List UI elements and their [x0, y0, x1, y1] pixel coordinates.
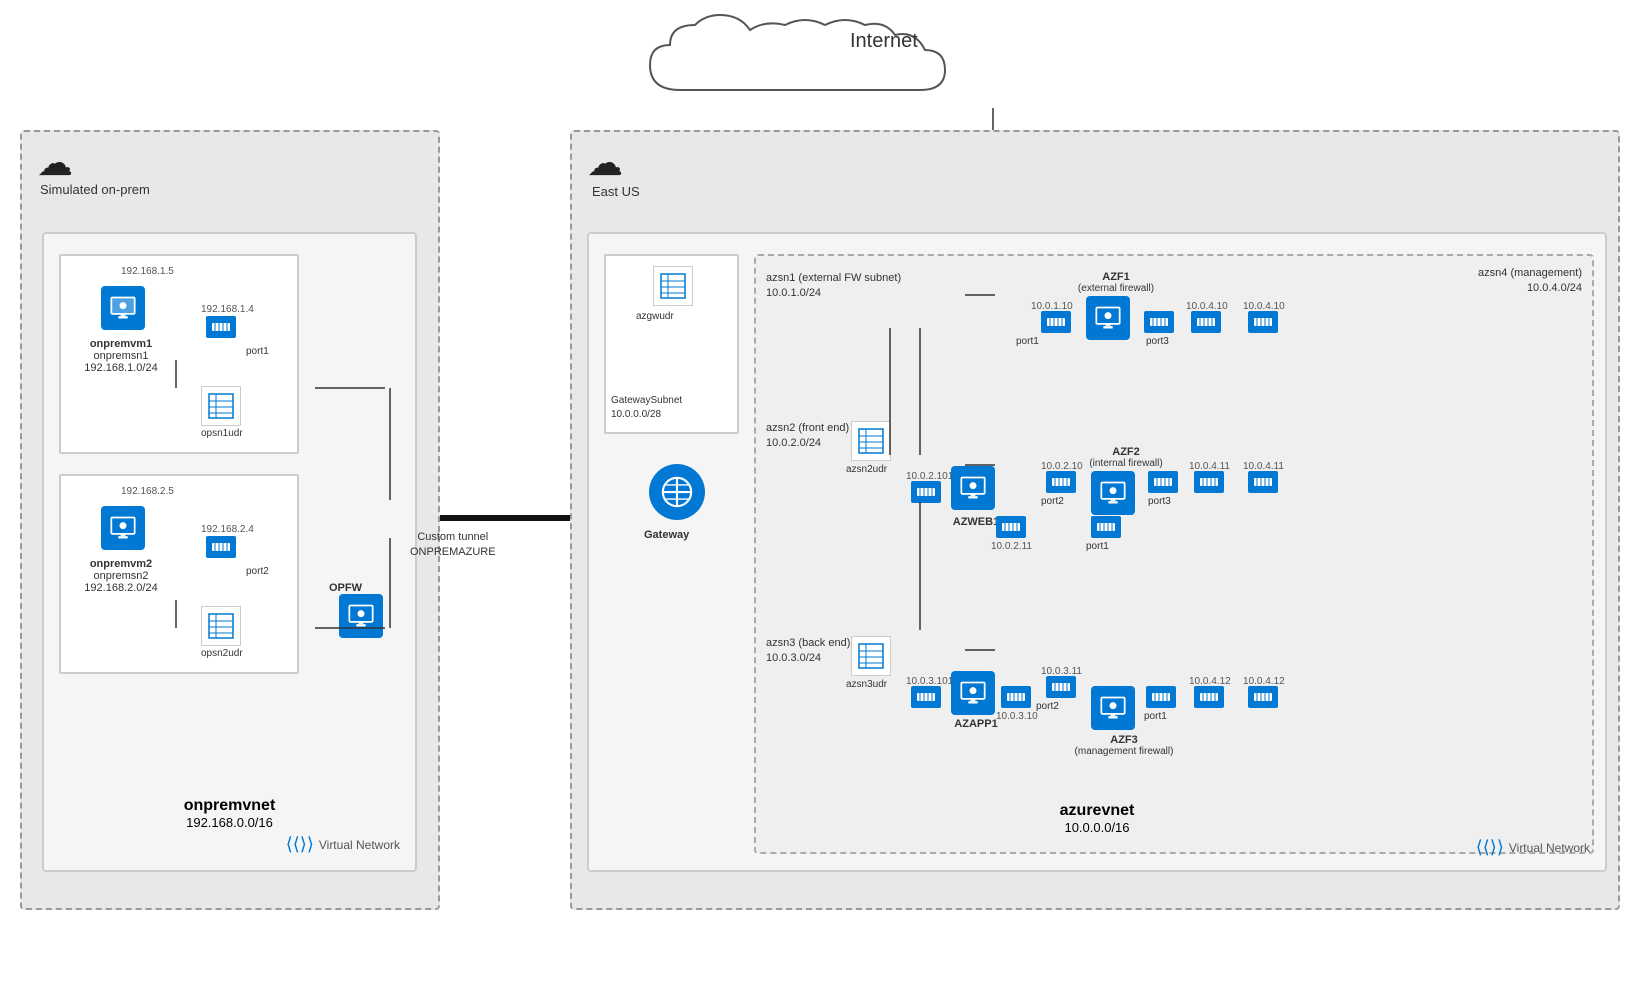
- azf1-mgmt-ip: 10.0.4.10: [1243, 301, 1285, 312]
- azweb1-nic-bottom: [996, 516, 1026, 538]
- azsn2udr-label: azsn2udr: [846, 464, 887, 475]
- azf1-nic-port1: [1041, 311, 1071, 333]
- azweb1-ip-top: 10.0.2.101: [906, 471, 953, 482]
- azf2-port2-label: port2: [1041, 496, 1064, 507]
- eastus-region-label: East US: [592, 184, 640, 199]
- azure-inner-box: azsn1 (external FW subnet) 10.0.1.0/24 1…: [754, 254, 1594, 854]
- opsn1udr-icon: [201, 386, 241, 426]
- vm2-nic-ip: 192.168.2.4: [201, 524, 254, 535]
- onprem-region: ☁ Simulated on-prem 192.168.1.5 onpremvm…: [20, 130, 440, 910]
- azf1-port3-label: port3: [1146, 336, 1169, 347]
- gatewaysubnet-box: azgwudr GatewaySubnet 10.0.0.0/28: [604, 254, 739, 434]
- azf3-ip-port1: 10.0.3.11: [1041, 666, 1082, 677]
- eastus-cloud-icon: ☁: [587, 142, 623, 184]
- azf3-icon[interactable]: [1091, 686, 1135, 730]
- eastus-region: ☁ East US azgwudr GatewaySubn: [570, 130, 1620, 910]
- internet-cloud-svg: [620, 10, 980, 110]
- azf2-nic-port3: [1148, 471, 1178, 493]
- azweb1-ip-bottom: 10.0.2.11: [991, 541, 1032, 552]
- gatewaysubnet-label: GatewaySubnet 10.0.0.0/28: [611, 394, 682, 422]
- azsn2udr-icon: [851, 421, 891, 461]
- azapp1-nic-right: [1001, 686, 1031, 708]
- azf2-icon[interactable]: [1091, 471, 1135, 515]
- onpremvm2-icon[interactable]: [101, 506, 145, 550]
- diagram-container: Internet Public IP ☁ Simulated on-prem 1…: [0, 0, 1639, 1000]
- azf1-label: AZF1 (external firewall): [1076, 271, 1156, 294]
- azsn1-label: azsn1 (external FW subnet) 10.0.1.0/24: [766, 271, 901, 302]
- opsn2udr-icon: [201, 606, 241, 646]
- tunnel-label: Custom tunnel ONPREMAZURE: [410, 530, 496, 561]
- azsn3udr-icon: [851, 636, 891, 676]
- azsn3-label: azsn3 (back end) 10.0.3.0/24: [766, 636, 850, 667]
- azf2-mgmt-ip: 10.0.4.11: [1243, 461, 1284, 472]
- azf2-ip-port2: 10.0.2.10: [1041, 461, 1083, 472]
- onpremvm2-label: onpremvm2 onpremsn2 192.168.2.0/24: [81, 558, 161, 594]
- azf3-ip-port2: 10.0.4.12: [1189, 676, 1231, 687]
- onpremvm2-nic: [206, 536, 236, 558]
- onpremsn1-box: 192.168.1.5 onpremvm1 onpremsn1 192.168.…: [59, 254, 299, 454]
- vm2-ip-top: 192.168.2.5: [121, 486, 174, 497]
- azf1-ip-port3: 10.0.4.10: [1186, 301, 1228, 312]
- opsn2udr-label: opsn2udr: [201, 648, 243, 659]
- azf1-icon[interactable]: [1086, 296, 1130, 340]
- azf1-ip-port1: 10.0.1.10: [1031, 301, 1073, 312]
- azf3-mgmt-nic: [1248, 686, 1278, 708]
- vm1-port: port1: [246, 346, 269, 357]
- vm1-nic-ip: 192.168.1.4: [201, 304, 254, 315]
- opsn2udr-container: opsn2udr: [201, 606, 243, 659]
- onpremvm1-label: onpremvm1 onpremsn1 192.168.1.0/24: [81, 338, 161, 374]
- vm2-port: port2: [246, 566, 269, 577]
- azsn4-label: azsn4 (management) 10.0.4.0/24: [1452, 266, 1582, 297]
- azgwudr-icon: [653, 266, 693, 306]
- azf3-mgmt-ip: 10.0.4.12: [1243, 676, 1285, 687]
- onpremvnet-type: ⟨⟨⟩⟩ Virtual Network: [286, 834, 400, 855]
- azf2-nic-port1: [1091, 516, 1121, 538]
- azgwudr-label: azgwudr: [636, 311, 674, 322]
- azf1-right-nic: [1191, 311, 1221, 333]
- gateway-label: Gateway: [644, 529, 689, 541]
- vm1-ip-top: 192.168.1.5: [121, 266, 174, 277]
- azapp1-ip-bottom: 10.0.3.10: [996, 711, 1038, 722]
- azapp1-ip-top: 10.0.3.101: [906, 676, 953, 687]
- onpremvm1-icon[interactable]: [101, 286, 145, 330]
- internet-label: Internet: [850, 30, 918, 53]
- azsn2-label: azsn2 (front end) 10.0.2.0/24: [766, 421, 849, 452]
- azweb1-icon[interactable]: [951, 466, 995, 510]
- azf2-mgmt-nic: [1248, 471, 1278, 493]
- azf3-port2top-label: port2: [1036, 701, 1059, 712]
- onpremvnet-name: onpremvnet 192.168.0.0/16: [184, 797, 276, 830]
- azapp1-icon[interactable]: [951, 671, 995, 715]
- azf2-ip-port3: 10.0.4.11: [1189, 461, 1230, 472]
- azapp1-nic-left: [911, 686, 941, 708]
- azf2-label: AZF2 (internal firewall): [1081, 446, 1171, 469]
- azf1-mgmt-nic: [1248, 311, 1278, 333]
- azf3-port1-label: port1: [1144, 711, 1167, 722]
- azf3-nic-port2: [1194, 686, 1224, 708]
- azurevnet-box: azgwudr GatewaySubnet 10.0.0.0/28 Gatewa…: [587, 232, 1607, 872]
- azf1-nic-port3: [1144, 311, 1174, 333]
- azsn3udr-label: azsn3udr: [846, 679, 887, 690]
- azf1-port1-label: port1: [1016, 336, 1039, 347]
- azweb1-nic-left: [911, 481, 941, 503]
- onpremsn2-box: 192.168.2.5 onpremvm2 onpremsn2 192.168.…: [59, 474, 299, 674]
- azf2-nic-port2: [1046, 471, 1076, 493]
- onpremvm1-nic: [206, 316, 236, 338]
- azurevnet-type: ⟨⟨⟩⟩ Virtual Network: [1476, 837, 1590, 858]
- opsn1udr-container: opsn1udr: [201, 386, 243, 439]
- azf2-right-nic: [1194, 471, 1224, 493]
- azf3-label: AZF3 (management firewall): [1074, 734, 1174, 757]
- azf2-port3-label: port3: [1148, 496, 1171, 507]
- onpremvnet-box: 192.168.1.5 onpremvm1 onpremsn1 192.168.…: [42, 232, 417, 872]
- azf3-nic-port1: [1146, 686, 1176, 708]
- gateway-icon[interactable]: [649, 464, 705, 520]
- opsn1udr-label: opsn1udr: [201, 428, 243, 439]
- onprem-region-label: Simulated on-prem: [40, 182, 150, 199]
- azurevnet-name: azurevnet 10.0.0.0/16: [1060, 802, 1135, 835]
- azf3-nic-port2-top: [1046, 676, 1076, 698]
- opfw-icon[interactable]: [339, 594, 383, 638]
- opfw-label: OPFW: [329, 582, 362, 594]
- azf2-port1-label: port1: [1086, 541, 1109, 552]
- onprem-cloud-icon: ☁: [37, 142, 73, 184]
